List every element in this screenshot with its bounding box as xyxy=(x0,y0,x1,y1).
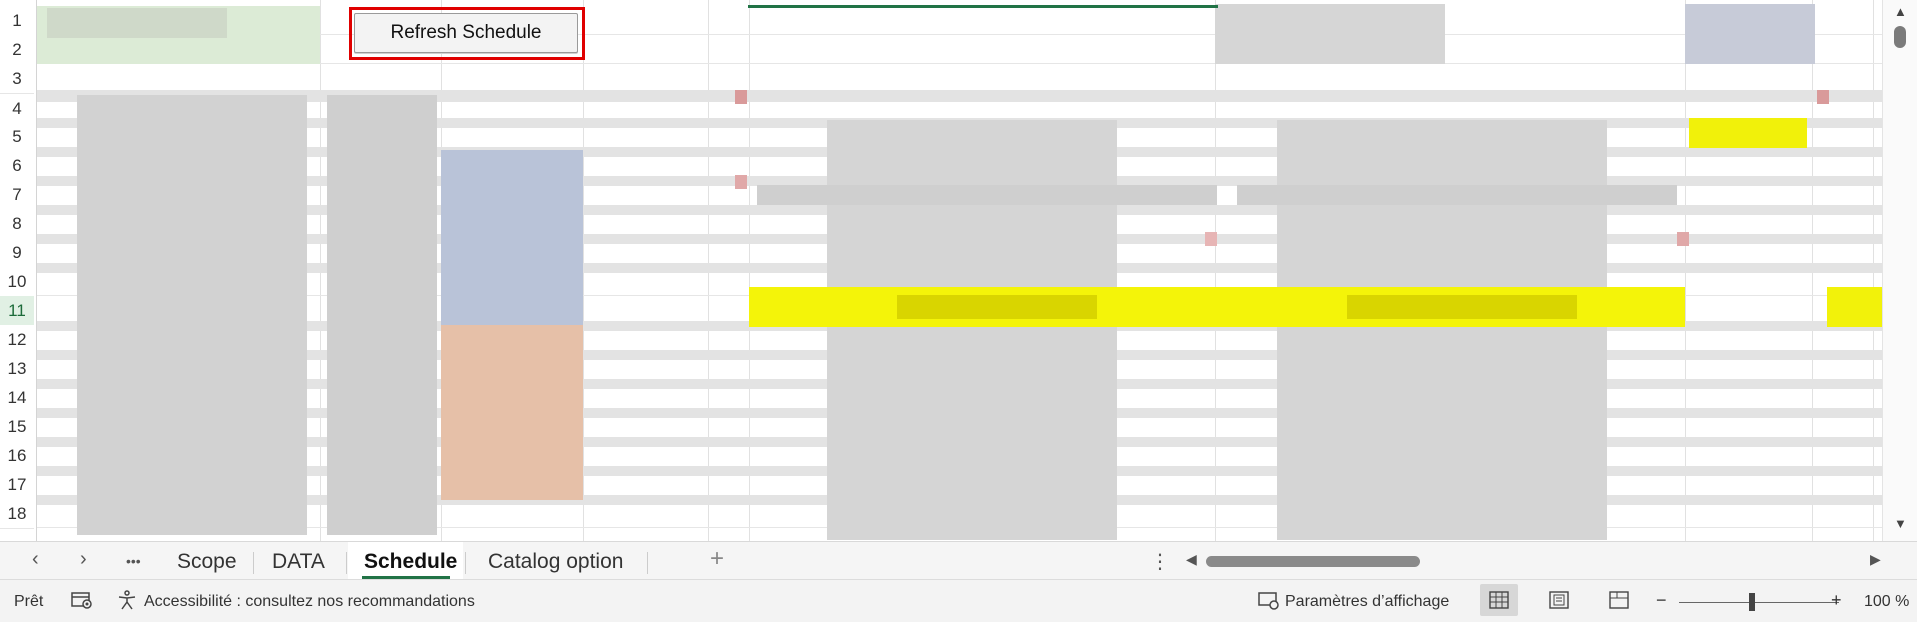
zoom-level[interactable]: 100 % xyxy=(1864,593,1909,611)
row-header[interactable]: 1 xyxy=(0,6,34,36)
row-header[interactable]: 17 xyxy=(0,470,34,500)
more-tabs-icon[interactable]: ••• xyxy=(126,553,141,569)
row-header[interactable]: 15 xyxy=(0,412,34,442)
pixelated-cell-content xyxy=(1817,90,1829,104)
tab-prev-icon[interactable]: ‹ xyxy=(32,548,39,571)
pixelated-cell-content xyxy=(37,90,1883,102)
row-header[interactable]: 11 xyxy=(0,296,34,326)
pixelated-cell-content xyxy=(441,150,583,325)
tab-scope[interactable]: Scope xyxy=(177,550,237,574)
scroll-left-icon[interactable]: ◀ xyxy=(1186,551,1197,568)
horizontal-scroll-thumb[interactable] xyxy=(1206,556,1420,567)
cell-grid[interactable] xyxy=(37,0,1883,541)
tab-divider xyxy=(253,552,254,574)
pixelated-cell-content xyxy=(1689,118,1807,148)
row-header[interactable]: 12 xyxy=(0,325,34,355)
zoom-slider-track[interactable] xyxy=(1679,602,1839,603)
accessibility-status[interactable]: Accessibilité : consultez nos recommanda… xyxy=(144,593,475,611)
pixelated-cell-content xyxy=(1215,4,1445,64)
pixelated-cell-content xyxy=(827,120,1117,540)
scroll-right-icon[interactable]: ▶ xyxy=(1870,551,1881,568)
row-header[interactable]: 3 xyxy=(0,64,34,94)
display-settings-icon[interactable] xyxy=(1258,590,1280,616)
row-header[interactable]: 14 xyxy=(0,383,34,413)
worksheet-area[interactable]: 1 2 3 4 5 6 7 8 9 10 11 12 13 14 15 16 17 18 Refresh Sche… xyxy=(0,0,1917,541)
row-header[interactable]: 13 xyxy=(0,354,34,384)
pixelated-cell-content xyxy=(1827,287,1883,327)
macro-recording-icon[interactable] xyxy=(70,590,94,616)
scroll-up-icon[interactable]: ▲ xyxy=(1894,4,1907,19)
display-settings-label[interactable]: Paramètres d’affichage xyxy=(1285,593,1449,611)
tab-catalog-option[interactable]: Catalog option xyxy=(488,550,623,574)
page-break-view-button[interactable] xyxy=(1600,584,1638,616)
vertical-scrollbar[interactable]: ▲ ▼ xyxy=(1882,0,1917,541)
pixelated-cell-content xyxy=(47,8,227,38)
page-layout-view-button[interactable] xyxy=(1540,584,1578,616)
pixelated-cell-content xyxy=(1677,232,1689,246)
tab-divider xyxy=(465,552,466,574)
ready-status: Prêt xyxy=(14,593,44,610)
row-header[interactable]: 10 xyxy=(0,267,34,297)
pixelated-cell-content xyxy=(735,175,747,189)
pixelated-cell-content xyxy=(1277,120,1607,540)
row-header[interactable]: 7 xyxy=(0,180,34,210)
pixelated-cell-content xyxy=(897,295,1097,319)
row-header[interactable]: 4 xyxy=(0,94,34,124)
tab-next-icon[interactable]: › xyxy=(80,548,87,571)
tab-schedule[interactable]: Schedule xyxy=(364,550,457,574)
tab-divider xyxy=(647,552,648,574)
pixelated-cell-content xyxy=(77,95,307,535)
row-headers[interactable]: 1 2 3 4 5 6 7 8 9 10 11 12 13 14 15 16 17 18 xyxy=(0,0,37,541)
pixelated-cell-content xyxy=(327,95,437,535)
pixelated-cell-content xyxy=(735,90,747,104)
pixelated-cell-content xyxy=(1205,232,1217,246)
row-header[interactable]: 6 xyxy=(0,151,34,181)
row-header[interactable]: 9 xyxy=(0,238,34,268)
row-header[interactable]: 18 xyxy=(0,499,34,529)
zoom-out-icon[interactable]: − xyxy=(1656,590,1667,611)
pixelated-cell-content xyxy=(441,325,583,500)
normal-view-button[interactable] xyxy=(1480,584,1518,616)
row-header[interactable]: 8 xyxy=(0,209,34,239)
zoom-in-icon[interactable]: + xyxy=(1831,590,1842,611)
pixelated-cell-content xyxy=(1347,295,1577,319)
row-header[interactable]: 16 xyxy=(0,441,34,471)
refresh-schedule-button[interactable]: Refresh Schedule xyxy=(354,13,578,53)
scroll-down-icon[interactable]: ▼ xyxy=(1894,516,1907,531)
zoom-slider-thumb[interactable] xyxy=(1749,593,1755,611)
pixelated-cell-content xyxy=(1237,185,1677,205)
accessibility-icon[interactable] xyxy=(116,590,138,616)
tab-options-icon[interactable]: ⋮ xyxy=(1150,549,1170,574)
tab-data[interactable]: DATA xyxy=(272,550,325,574)
active-cell-indicator xyxy=(748,5,1218,8)
pixelated-cell-content xyxy=(1685,4,1815,64)
row-header[interactable]: 5 xyxy=(0,122,34,152)
sheet-tab-bar: ‹ › ••• Scope DATA Schedule Catalog opti… xyxy=(0,541,1917,580)
pixelated-cell-content xyxy=(757,185,1217,205)
row-header[interactable]: 2 xyxy=(0,35,34,65)
vertical-scroll-thumb[interactable] xyxy=(1894,26,1906,48)
tab-divider xyxy=(346,552,347,574)
status-bar: Prêt Accessibilité : consultez nos recom… xyxy=(0,579,1917,622)
add-sheet-icon[interactable]: + xyxy=(710,545,724,573)
